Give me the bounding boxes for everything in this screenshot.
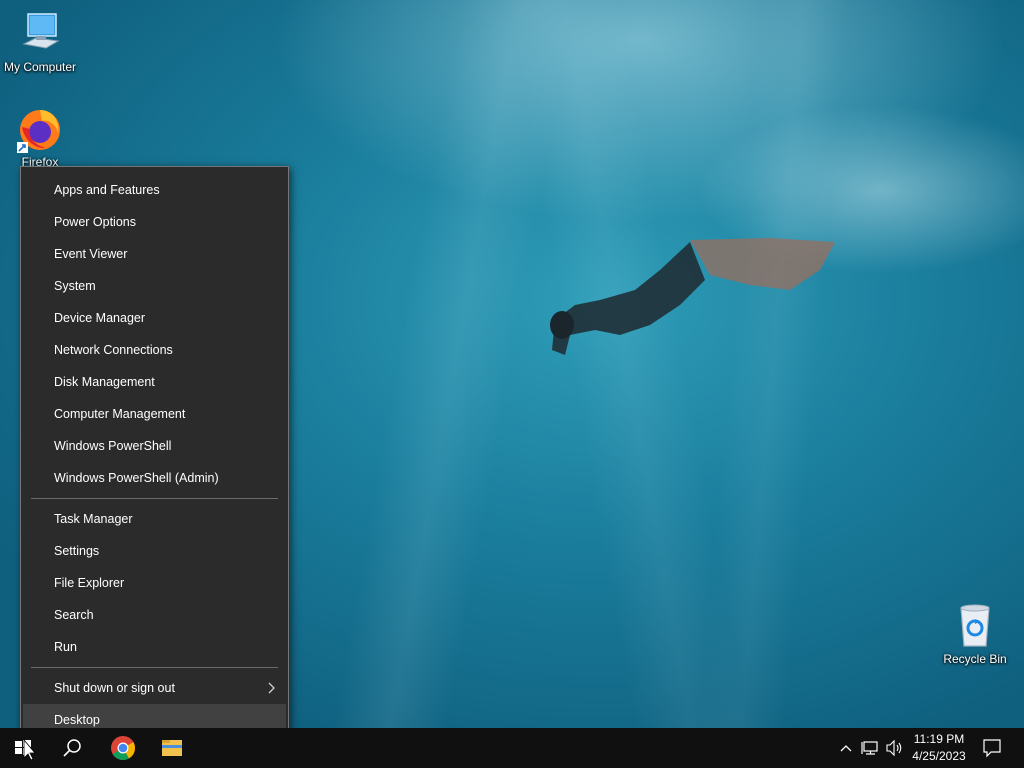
menu-item-disk-management[interactable]: Disk Management	[21, 366, 288, 398]
menu-item-system[interactable]: System	[21, 270, 288, 302]
show-hidden-icons-button[interactable]	[834, 728, 858, 768]
taskbar: 11:19 PM 4/25/2023	[0, 728, 1024, 768]
windows-logo-icon	[15, 738, 36, 761]
clock-time: 11:19 PM	[913, 732, 965, 746]
chevron-up-icon	[840, 745, 852, 752]
desktop-icon-firefox[interactable]: Firefox	[0, 105, 80, 169]
menu-item-device-manager[interactable]: Device Manager	[21, 302, 288, 334]
menu-item-settings[interactable]: Settings	[21, 535, 288, 567]
start-button[interactable]	[0, 728, 48, 768]
search-icon	[63, 739, 81, 757]
menu-item-shut-down-or-sign-out[interactable]: Shut down or sign out	[21, 672, 288, 704]
menu-item-windows-powershell-admin[interactable]: Windows PowerShell (Admin)	[21, 462, 288, 494]
menu-item-task-manager[interactable]: Task Manager	[21, 503, 288, 535]
menu-item-search[interactable]: Search	[21, 599, 288, 631]
winx-context-menu: Apps and Features Power Options Event Vi…	[20, 166, 289, 744]
menu-item-power-options[interactable]: Power Options	[21, 206, 288, 238]
taskbar-chrome-button[interactable]	[99, 728, 147, 768]
desktop-icon-recycle-bin[interactable]: Recycle Bin	[935, 602, 1015, 666]
taskbar-file-explorer-button[interactable]	[148, 728, 196, 768]
menu-item-event-viewer[interactable]: Event Viewer	[21, 238, 288, 270]
menu-separator	[31, 498, 278, 499]
speaker-icon	[886, 739, 902, 757]
volume-tray-button[interactable]	[882, 728, 906, 768]
taskbar-clock[interactable]: 11:19 PM 4/25/2023	[906, 731, 972, 765]
my-computer-icon	[16, 10, 64, 58]
network-icon	[861, 741, 878, 755]
clock-date: 4/25/2023	[912, 749, 966, 763]
taskbar-search-button[interactable]	[48, 728, 96, 768]
notification-icon	[983, 739, 1001, 758]
chrome-icon	[111, 736, 135, 761]
recycle-bin-icon	[951, 602, 999, 650]
wallpaper-diver	[550, 238, 835, 355]
menu-item-apps-and-features[interactable]: Apps and Features	[21, 174, 288, 206]
menu-separator	[31, 667, 278, 668]
folder-icon	[162, 740, 182, 756]
menu-item-computer-management[interactable]: Computer Management	[21, 398, 288, 430]
network-tray-button[interactable]	[858, 728, 884, 768]
action-center-button[interactable]	[976, 728, 1024, 768]
menu-item-label: Shut down or sign out	[54, 681, 175, 695]
menu-item-file-explorer[interactable]: File Explorer	[21, 567, 288, 599]
menu-item-windows-powershell[interactable]: Windows PowerShell	[21, 430, 288, 462]
chevron-right-icon	[266, 672, 276, 704]
firefox-icon	[16, 105, 64, 153]
desktop-icon-my-computer[interactable]: My Computer	[0, 10, 80, 74]
menu-item-network-connections[interactable]: Network Connections	[21, 334, 288, 366]
menu-item-run[interactable]: Run	[21, 631, 288, 663]
